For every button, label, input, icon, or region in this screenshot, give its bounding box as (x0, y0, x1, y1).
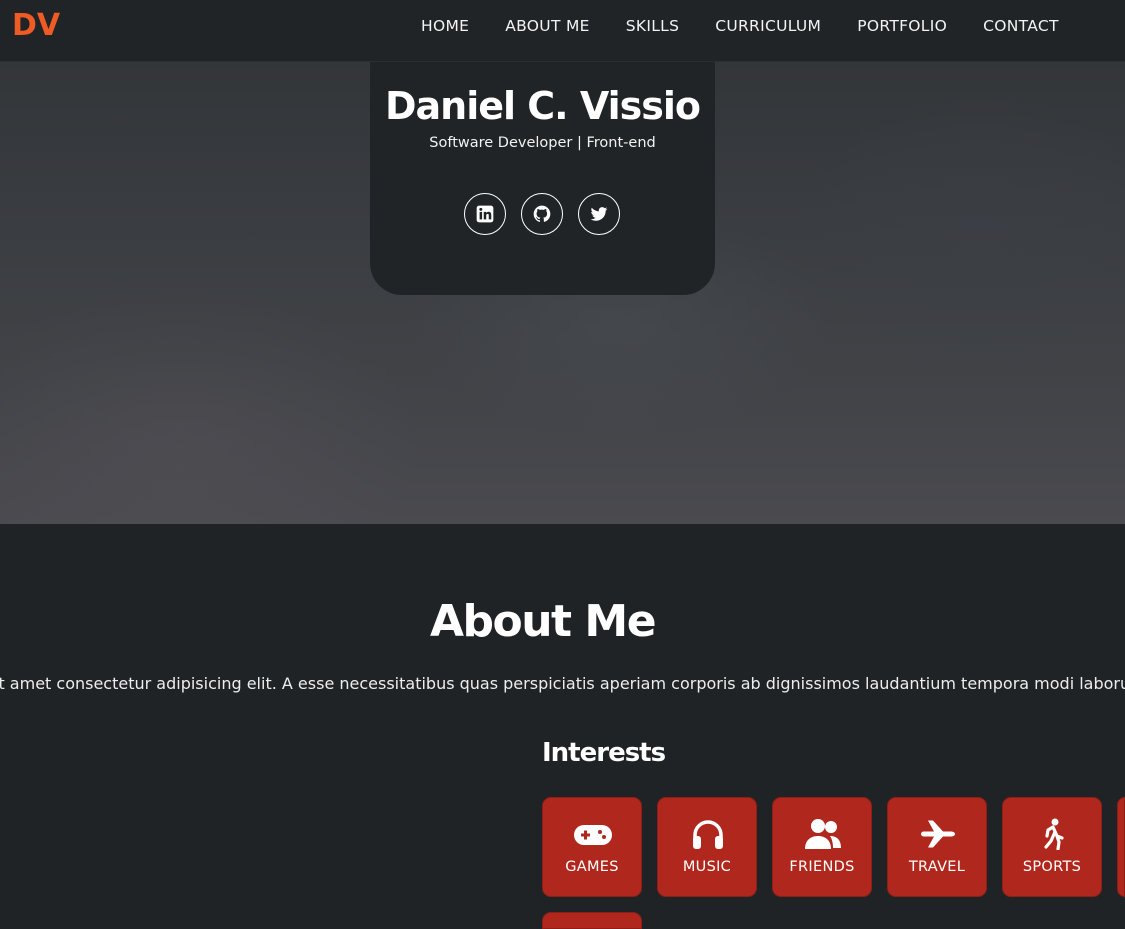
profile-card: Daniel C. Vissio Software Developer | Fr… (370, 62, 715, 295)
about-description: it amet consectetur adipisicing elit. A … (0, 674, 1125, 693)
nav-link-contact[interactable]: CONTACT (965, 16, 1077, 36)
nav-links: HOME ABOUT ME SKILLS CURRICULUM PORTFOLI… (403, 16, 1077, 36)
nav-link-about-me[interactable]: ABOUT ME (487, 16, 607, 36)
twitter-button[interactable] (578, 193, 620, 235)
top-navbar: DV HOME ABOUT ME SKILLS CURRICULUM PORTF… (0, 0, 1125, 62)
profile-role: Software Developer | Front-end (429, 135, 656, 151)
hero-section: Daniel C. Vissio Software Developer | Fr… (0, 62, 1125, 524)
about-section: About Me it amet consectetur adipisicing… (0, 524, 1125, 929)
interest-label: FRIENDS (789, 859, 855, 875)
headphones-icon (693, 820, 723, 849)
plane-icon (921, 820, 955, 848)
nav-link-skills[interactable]: SKILLS (608, 16, 697, 36)
gamepad-icon (574, 825, 612, 845)
about-title: About Me (429, 596, 657, 647)
interest-card-friends[interactable]: FRIENDS (772, 797, 872, 897)
profile-name: Daniel C. Vissio (385, 84, 701, 128)
interests-title: Interests (542, 738, 666, 768)
linkedin-icon (476, 205, 494, 223)
social-links (464, 193, 620, 235)
friends-icon (805, 819, 841, 849)
nav-link-portfolio[interactable]: PORTFOLIO (839, 16, 965, 36)
interest-card-travel[interactable]: TRAVEL (887, 797, 987, 897)
interest-label: MUSIC (682, 859, 732, 875)
interest-label: SPORTS (1022, 859, 1082, 875)
interest-card-partial[interactable] (542, 912, 642, 929)
interest-card-music[interactable]: MUSIC (657, 797, 757, 897)
interest-label: TRAVEL (908, 859, 966, 875)
twitter-icon (590, 207, 608, 221)
linkedin-button[interactable] (464, 193, 506, 235)
interest-card-sports[interactable]: SPORTS (1002, 797, 1102, 897)
running-icon (1044, 818, 1064, 850)
nav-link-curriculum[interactable]: CURRICULUM (697, 16, 839, 36)
github-button[interactable] (521, 193, 563, 235)
interest-card-games[interactable]: GAMES (542, 797, 642, 897)
github-icon (533, 205, 551, 222)
nav-link-home[interactable]: HOME (403, 16, 487, 36)
interest-label: GAMES (565, 859, 619, 875)
site-logo[interactable]: DV (12, 8, 60, 43)
interest-card-partial[interactable] (1117, 797, 1125, 897)
